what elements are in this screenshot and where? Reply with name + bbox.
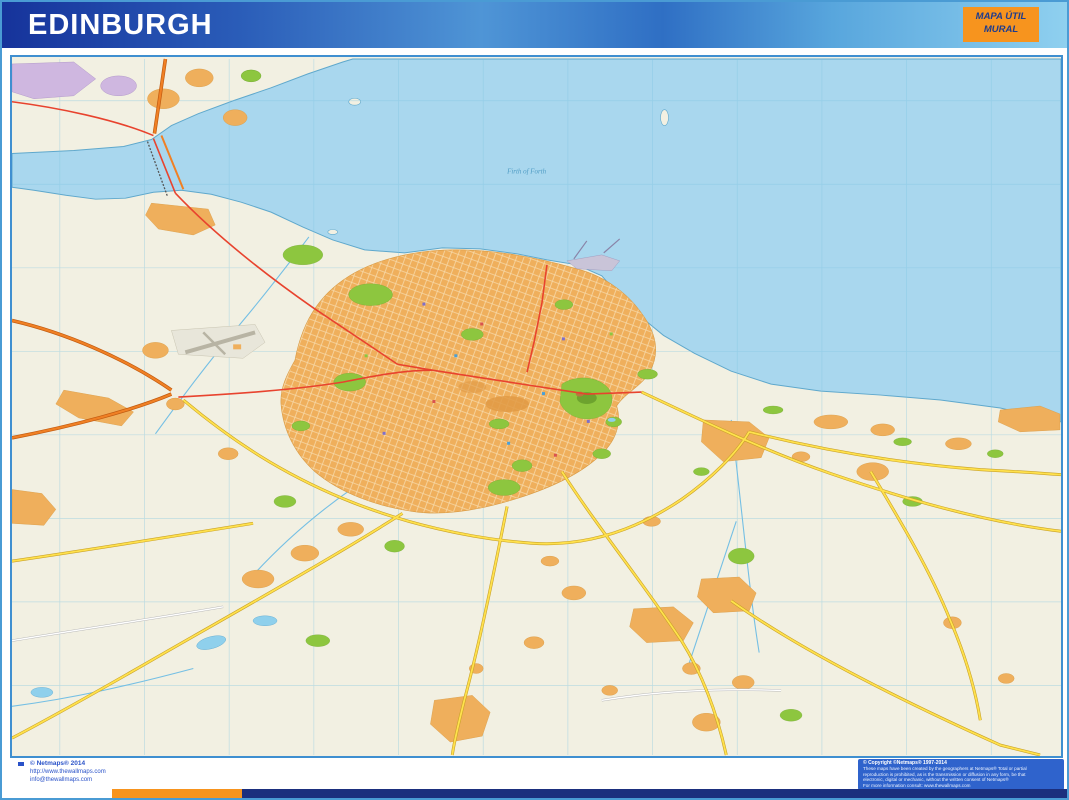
badge-line1: MAPA ÚTIL [963,11,1039,24]
header-bar: EDINBURGH MAPA ÚTIL MURAL [2,2,1067,48]
mapa-util-badge: MAPA ÚTIL MURAL [963,7,1039,42]
island-inchkeith [661,110,669,126]
map-frame: Firth of Forth [10,55,1063,758]
island [349,98,361,105]
island-cramond [328,230,338,235]
badge-line2: MURAL [963,24,1039,37]
wall-map-poster: EDINBURGH MAPA ÚTIL MURAL [0,0,1069,800]
footer-email: info@thewallmaps.com [30,776,106,784]
footer-publisher-info: © Netmaps® 2014 http://www.thewallmaps.c… [30,760,106,784]
sea-label: Firth of Forth [506,167,547,175]
copyright-line-4: For more information consult: www.thewal… [863,783,1059,788]
bottom-orange-bar [112,789,242,800]
footer-copyright: © Netmaps® 2014 [30,760,85,767]
bottom-navy-bar [242,789,1069,800]
edinburgh-map: Firth of Forth [12,57,1061,756]
footer-copyright-box: © Copyright ©Netmaps® 1997-2014 These ma… [858,759,1064,790]
footer-url: http://www.thewallmaps.com [30,768,106,776]
map-title: EDINBURGH [2,9,213,42]
publisher-mark [18,762,24,766]
